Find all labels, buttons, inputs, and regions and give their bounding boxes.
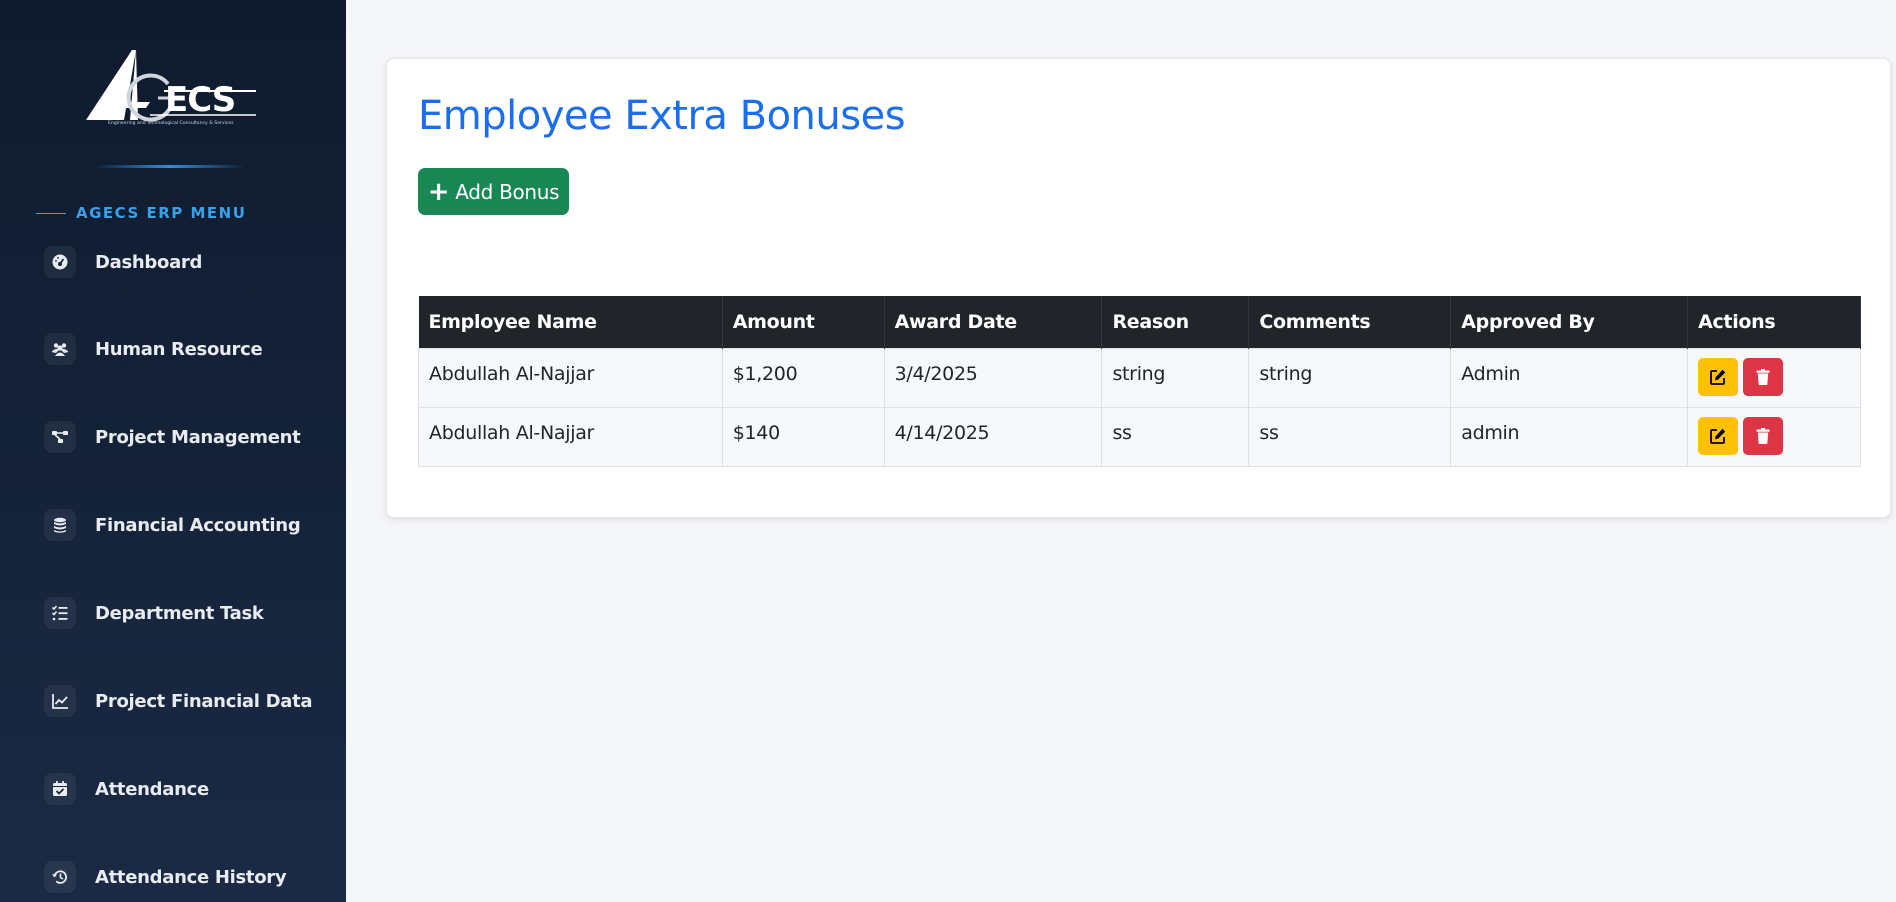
trash-icon [1756,427,1770,444]
edit-button[interactable] [1698,416,1739,455]
column-header-employee-name[interactable]: Employee Name [418,296,723,348]
sidebar-item-label: Project Management [95,426,301,448]
menu-heading-dash [36,212,66,214]
column-header-amount[interactable]: Amount [722,296,885,348]
cell-comments: string [1248,347,1452,408]
sidebar-item-department-task[interactable]: Department Task [44,596,334,630]
sidebar-item-label: Project Financial Data [95,690,313,712]
sidebar-item-attendance[interactable]: Attendance [44,772,334,806]
column-header-award-date[interactable]: Award Date [884,296,1103,348]
delete-button[interactable] [1743,357,1784,396]
cell-reason: string [1101,347,1250,408]
cell-employee-name: Abdullah Al-Najjar [418,347,723,408]
edit-icon [1710,428,1726,444]
cell-comments: ss [1248,406,1452,467]
users-icon [44,333,76,365]
sidebar-item-financial-accounting[interactable]: Financial Accounting [44,508,334,542]
sidebar-item-dashboard[interactable]: Dashboard [44,245,334,279]
sidebar-item-project-management[interactable]: Project Management [44,420,334,454]
tasks-icon [44,597,76,629]
project-diagram-icon [44,421,76,453]
edit-icon [1710,369,1726,385]
delete-button[interactable] [1743,416,1784,455]
page-title: Employee Extra Bonuses [418,93,906,139]
sidebar-item-label: Attendance [95,778,209,800]
sidebar-item-attendance-history[interactable]: Attendance History [44,860,334,894]
cell-approved-by: Admin [1450,347,1689,408]
row-actions [1698,416,1850,455]
history-icon [44,861,76,893]
cell-approved-by: admin [1450,406,1689,467]
column-header-comments[interactable]: Comments [1248,296,1452,348]
menu-heading-label: AGECS ERP MENU [76,204,247,222]
cell-actions [1687,406,1861,467]
line-chart-icon [44,685,76,717]
sidebar-item-label: Department Task [95,602,264,624]
row-actions [1698,357,1850,396]
cell-amount: $140 [721,406,885,467]
cell-reason: ss [1101,406,1250,467]
cell-award-date: 4/14/2025 [883,406,1103,467]
table-row: Abdullah Al-Najjar $1,200 3/4/2025 strin… [418,347,1861,408]
gauge-icon [44,246,76,278]
cell-amount: $1,200 [721,347,885,408]
coins-icon [44,509,76,541]
sidebar-item-label: Attendance History [95,866,287,888]
column-header-actions: Actions [1687,296,1861,348]
plus-icon: + [427,176,450,207]
sidebar: ECS Engineering and Technological Consul… [0,0,346,902]
sidebar-item-human-resource[interactable]: Human Resource [44,332,334,366]
svg-text:Engineering and Technological: Engineering and Technological Consultanc… [108,120,234,126]
cell-actions [1687,347,1861,408]
trash-icon [1756,368,1770,385]
calendar-check-icon [44,773,76,805]
bonuses-card: Employee Extra Bonuses + Add Bonus Emplo… [386,58,1891,518]
sidebar-item-project-financial-data[interactable]: Project Financial Data [44,684,334,718]
add-bonus-label: Add Bonus [455,179,560,204]
column-header-reason[interactable]: Reason [1101,296,1250,348]
cell-employee-name: Abdullah Al-Najjar [418,406,723,467]
column-header-approved-by[interactable]: Approved By [1450,296,1689,348]
edit-button[interactable] [1698,357,1739,396]
bonuses-table: Employee Name Amount Award Date Reason C… [418,296,1861,467]
sidebar-item-label: Human Resource [95,338,263,360]
menu-heading: AGECS ERP MENU [36,204,246,222]
logo-divider [95,165,245,168]
sidebar-item-label: Financial Accounting [95,514,301,536]
table-row: Abdullah Al-Najjar $140 4/14/2025 ss ss … [418,406,1861,467]
svg-text:ECS: ECS [165,80,235,120]
add-bonus-button[interactable]: + Add Bonus [418,168,569,215]
cell-award-date: 3/4/2025 [883,347,1103,408]
agecs-logo[interactable]: ECS Engineering and Technological Consul… [80,44,260,130]
sidebar-item-label: Dashboard [95,251,203,273]
table-header-row: Employee Name Amount Award Date Reason C… [418,296,1861,348]
